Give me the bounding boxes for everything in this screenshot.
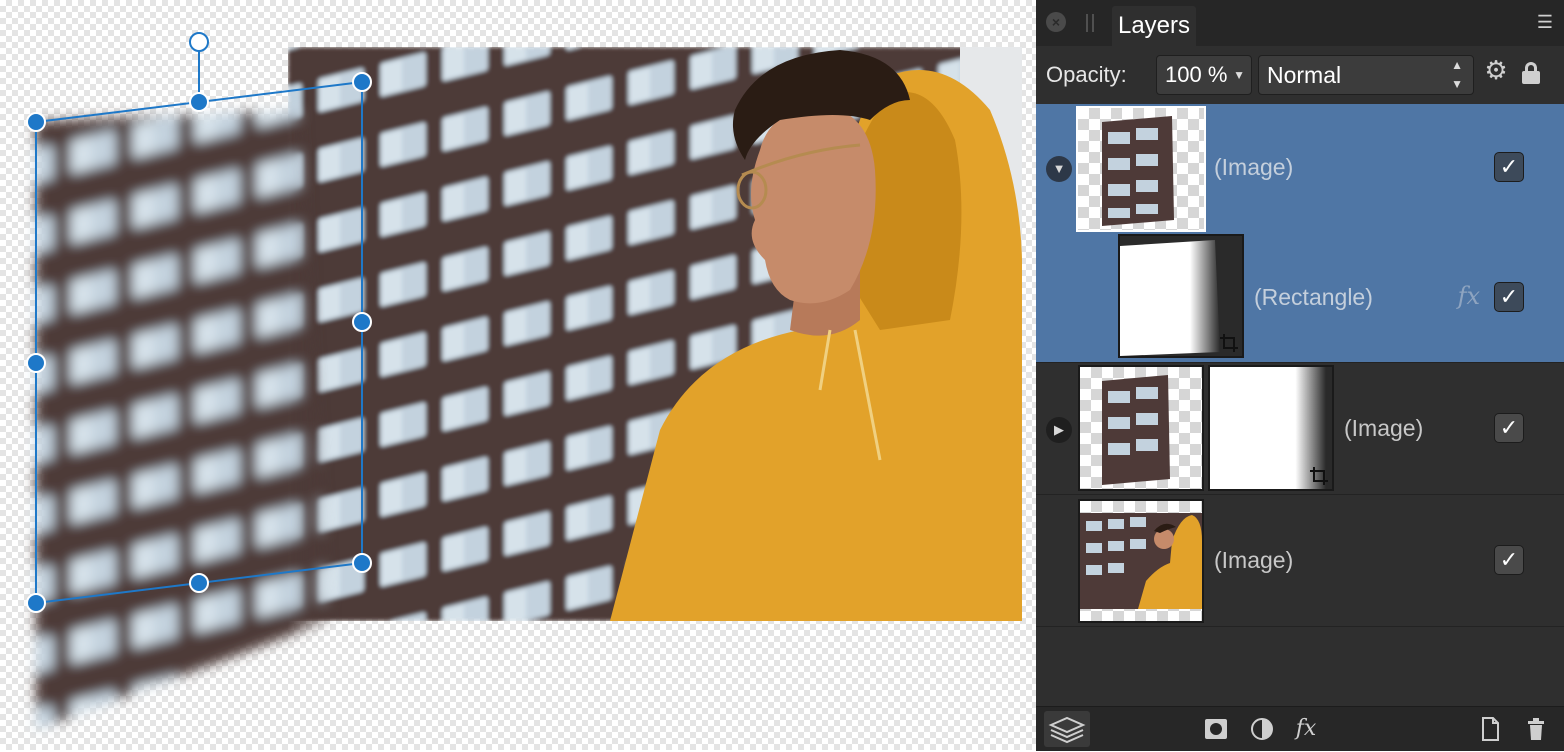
layer-row[interactable]: (Image) ✓ bbox=[1036, 495, 1564, 627]
rotate-handle[interactable] bbox=[189, 32, 209, 52]
layer-name[interactable]: (Image) bbox=[1214, 547, 1293, 574]
handle-top-left[interactable] bbox=[26, 112, 46, 132]
dropdown-arrow-icon[interactable]: ▼ bbox=[1233, 56, 1245, 94]
opacity-label: Opacity: bbox=[1046, 62, 1127, 87]
crop-icon bbox=[1310, 467, 1328, 485]
visibility-checkbox[interactable]: ✓ bbox=[1494, 413, 1524, 443]
blend-mode-value: Normal bbox=[1267, 62, 1342, 88]
close-icon[interactable]: × bbox=[1046, 12, 1066, 32]
layer-row[interactable]: ▼ (Image) ✓ bbox=[1036, 104, 1564, 234]
new-document-icon[interactable] bbox=[1476, 715, 1504, 743]
visibility-checkbox[interactable]: ✓ bbox=[1494, 282, 1524, 312]
panel-tab-bar: × Layers ☰ bbox=[1036, 0, 1564, 46]
fx-icon[interactable]: fx bbox=[1292, 715, 1320, 743]
mask-thumbnail bbox=[1118, 234, 1244, 358]
menu-icon[interactable]: ☰ bbox=[1534, 12, 1556, 32]
collapse-icon[interactable]: ▼ bbox=[1046, 156, 1072, 182]
drag-grip-icon[interactable] bbox=[1086, 14, 1094, 32]
opacity-value: 100 % bbox=[1165, 62, 1228, 87]
trash-icon[interactable] bbox=[1522, 715, 1550, 743]
lock-icon[interactable] bbox=[1522, 62, 1540, 84]
handle-bottom-middle[interactable] bbox=[189, 573, 209, 593]
fx-icon[interactable]: fx bbox=[1458, 282, 1480, 310]
handle-top-middle[interactable] bbox=[189, 92, 209, 112]
crop-icon bbox=[1220, 334, 1238, 352]
handle-top-right[interactable] bbox=[352, 72, 372, 92]
layer-name[interactable]: (Rectangle) bbox=[1254, 284, 1373, 311]
visibility-checkbox[interactable]: ✓ bbox=[1494, 152, 1524, 182]
panel-bottom-toolbar: fx bbox=[1036, 706, 1564, 751]
canvas-artwork bbox=[26, 32, 1022, 730]
handle-middle-right[interactable] bbox=[352, 312, 372, 332]
handle-middle-left[interactable] bbox=[26, 353, 46, 373]
layer-options-row: Opacity: 100 % ▼ Normal ▲ ▼ ⚙ bbox=[1036, 46, 1564, 104]
handle-bottom-right[interactable] bbox=[352, 553, 372, 573]
layer-row-child[interactable]: (Rectangle) fx ✓ bbox=[1036, 234, 1564, 363]
layers-panel: × Layers ☰ Opacity: 100 % ▼ Normal ▲ ▼ ⚙ … bbox=[1036, 0, 1564, 751]
expand-icon[interactable]: ▶ bbox=[1046, 417, 1072, 443]
tab-layers[interactable]: Layers bbox=[1112, 6, 1196, 46]
layers-icon[interactable] bbox=[1044, 711, 1090, 747]
stepper-arrows-icon[interactable]: ▲ ▼ bbox=[1451, 56, 1463, 94]
opacity-field[interactable]: 100 % ▼ bbox=[1156, 55, 1252, 95]
mask-icon[interactable] bbox=[1202, 715, 1230, 743]
mask-thumbnail bbox=[1208, 365, 1334, 491]
adjustment-icon[interactable] bbox=[1248, 715, 1276, 743]
document-canvas[interactable] bbox=[0, 0, 1036, 750]
layer-row[interactable]: ▶ (Image) ✓ bbox=[1036, 363, 1564, 495]
photo-image bbox=[288, 47, 1022, 621]
visibility-checkbox[interactable]: ✓ bbox=[1494, 545, 1524, 575]
layer-thumbnail bbox=[1078, 365, 1204, 491]
layer-thumbnail bbox=[1076, 106, 1206, 232]
layer-name[interactable]: (Image) bbox=[1214, 154, 1293, 181]
handle-bottom-left[interactable] bbox=[26, 593, 46, 613]
gear-icon[interactable]: ⚙ bbox=[1484, 57, 1508, 83]
layer-thumbnail bbox=[1078, 499, 1204, 623]
blend-mode-select[interactable]: Normal ▲ ▼ bbox=[1258, 55, 1474, 95]
distorted-layer bbox=[36, 110, 330, 730]
layer-name[interactable]: (Image) bbox=[1344, 415, 1423, 442]
